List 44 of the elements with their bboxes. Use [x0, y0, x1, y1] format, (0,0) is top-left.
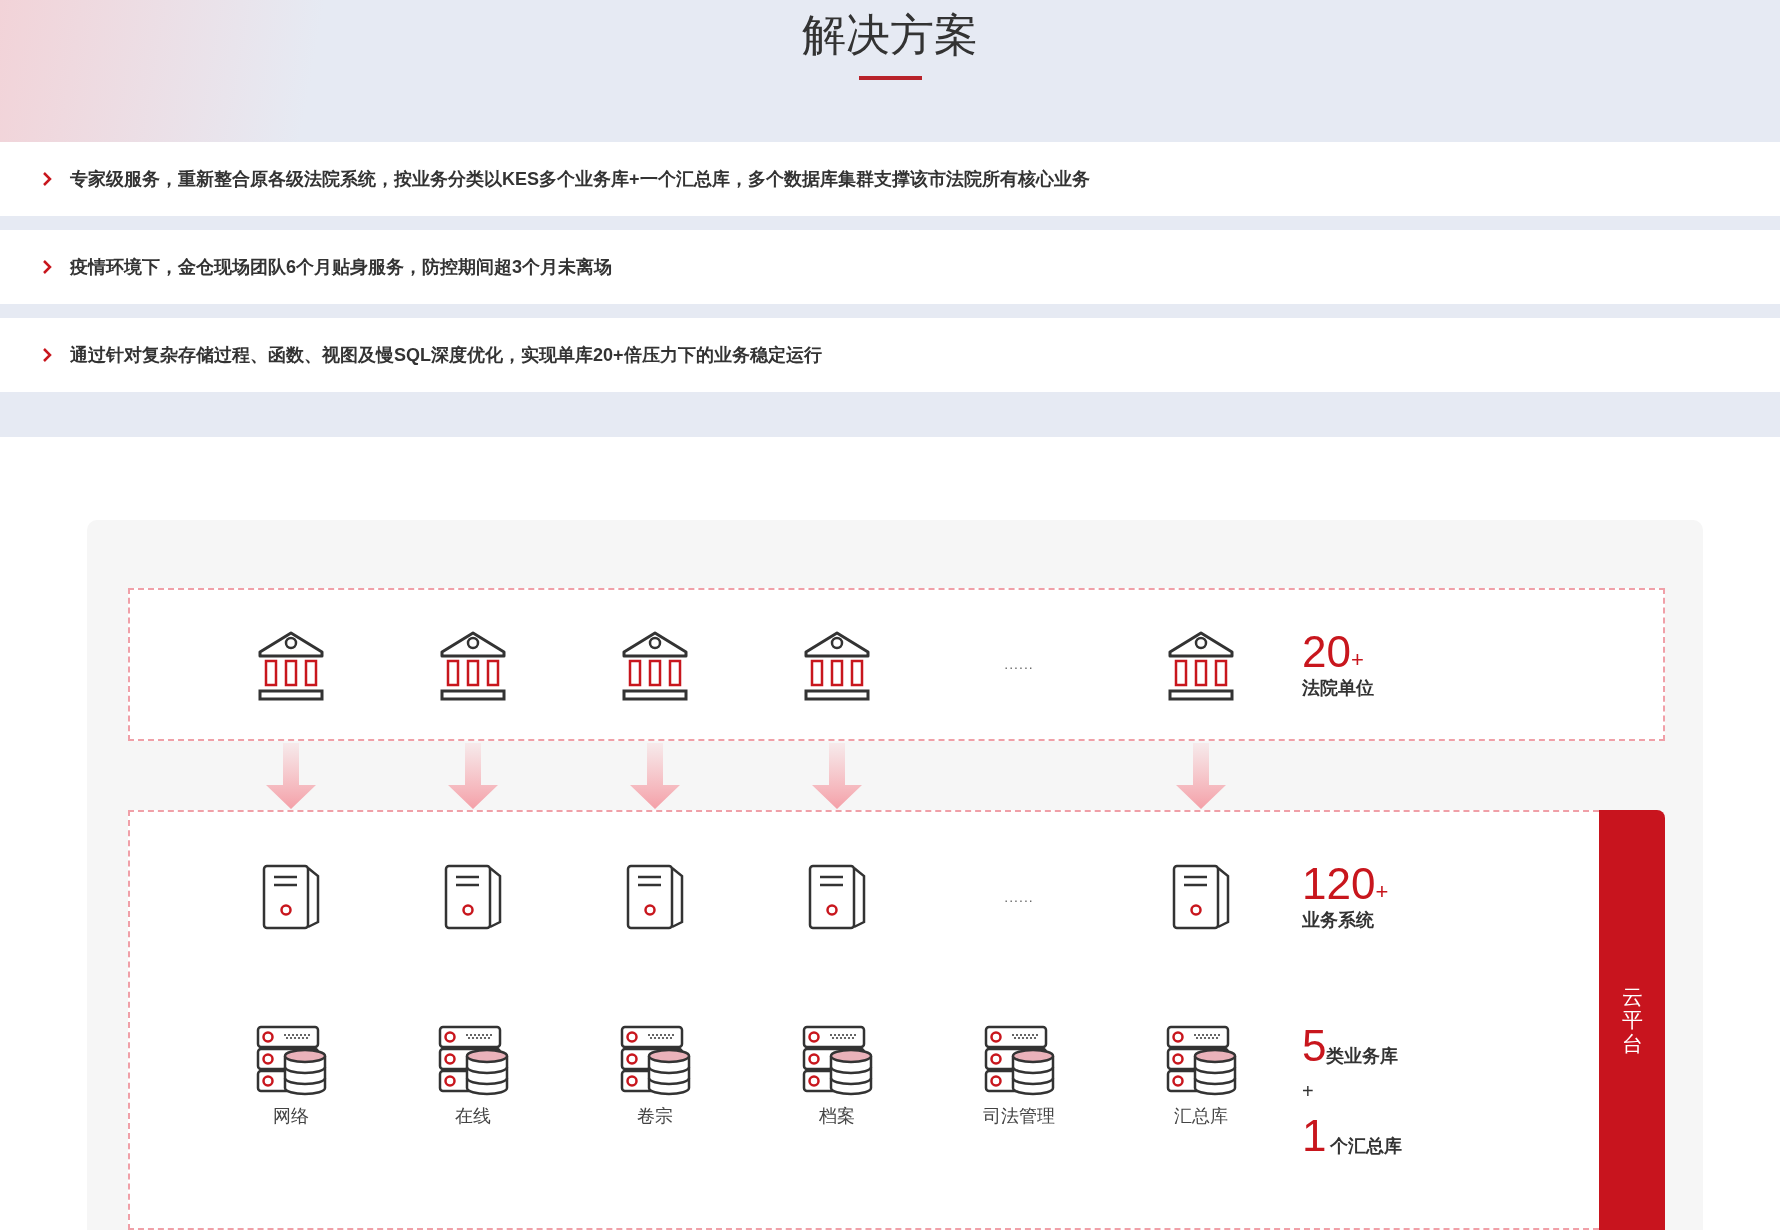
database-server-icon [800, 1024, 874, 1097]
stat-number: 20 [1302, 626, 1351, 676]
database-label: 司法管理 [983, 1105, 1055, 1128]
database-label: 在线 [455, 1105, 491, 1128]
database-label: 网络 [273, 1105, 309, 1128]
database-label: 汇总库 [1174, 1105, 1228, 1128]
stat-number: 1 [1302, 1114, 1327, 1158]
server-tower-icon [443, 863, 503, 931]
chevron-icon [42, 172, 52, 186]
database-label: 档案 [819, 1105, 855, 1128]
server-tower-icon [807, 863, 867, 931]
stat-label: 个汇总库 [1330, 1135, 1403, 1158]
chevron-icon [42, 348, 52, 362]
plus-sign: + [1302, 1079, 1315, 1104]
server-tower-icon [261, 863, 321, 931]
down-arrow-icon [1176, 742, 1226, 809]
plus-sign: + [1350, 646, 1364, 672]
point-text: 疫情环境下，金仓现场团队6个月贴身服务，防控期间超3个月未离场 [70, 255, 613, 279]
title-underline [858, 76, 922, 80]
down-arrow-icon [812, 742, 862, 809]
stat-label: 类业务库 [1326, 1046, 1399, 1068]
database-server-icon [1164, 1024, 1238, 1097]
section-title: 解决方案 [801, 9, 979, 61]
stat-number: 120 [1302, 859, 1376, 908]
database-server-icon [436, 1024, 510, 1097]
stat-number: 5 [1302, 1024, 1327, 1068]
chevron-icon [42, 260, 52, 274]
stat-label: 业务系统 [1302, 909, 1375, 932]
cloud-platform-label: 云平台 [1621, 985, 1643, 1055]
down-arrow-icon [266, 742, 316, 809]
stat-label: 法院单位 [1302, 676, 1374, 700]
ellipsis: ...... [1004, 887, 1034, 907]
down-arrow-icon [630, 742, 680, 809]
plus-sign: + [1375, 879, 1389, 904]
point-text: 通过针对复杂存储过程、函数、视图及慢SQL深度优化，实现单库20+倍压力下的业务稳定运行 [70, 343, 822, 367]
database-server-icon [982, 1024, 1056, 1097]
database-server-icon [254, 1024, 328, 1097]
point-text: 专家级服务，重新整合原各级法院系统，按业务分类以KES多个业务库+一个汇总库，多个数据库集群支撑该市法院所有核心业务 [70, 167, 1090, 191]
server-tower-icon [1171, 863, 1231, 931]
database-server-icon [618, 1024, 692, 1097]
server-tower-icon [625, 863, 685, 931]
ellipsis: ...... [1004, 655, 1034, 674]
down-arrow-icon [448, 742, 498, 809]
database-label: 卷宗 [637, 1105, 673, 1128]
